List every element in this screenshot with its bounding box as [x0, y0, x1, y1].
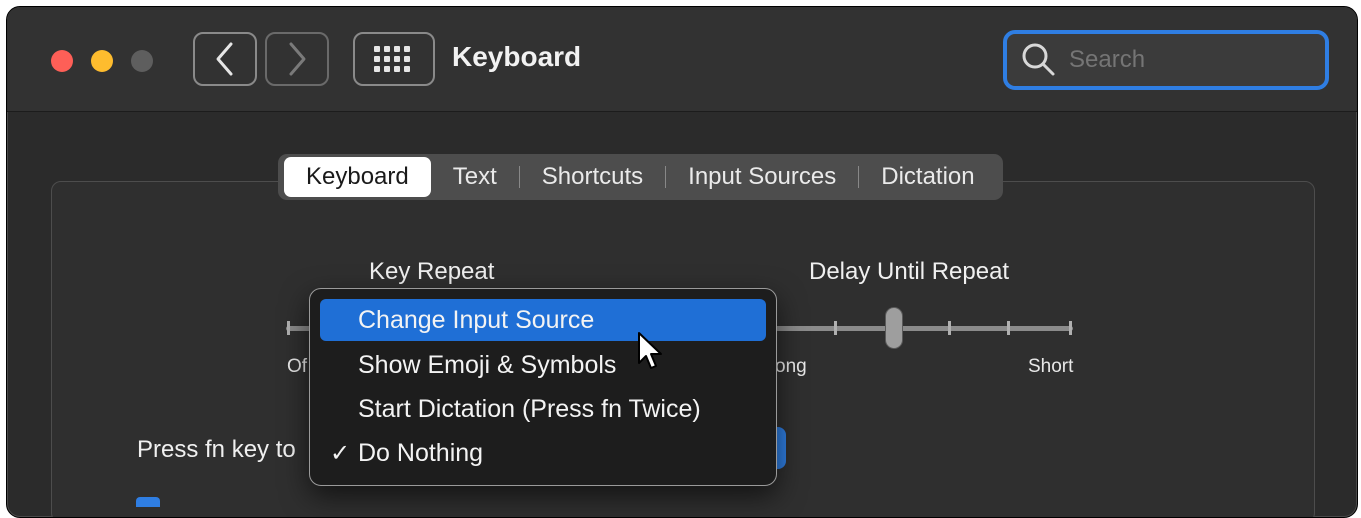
delay-until-repeat-label: Delay Until Repeat: [809, 258, 1010, 285]
slider-tick: [1007, 321, 1010, 335]
delay-min-label: ong: [775, 356, 807, 377]
back-button[interactable]: [193, 32, 257, 86]
menu-item-label: Start Dictation (Press fn Twice): [358, 394, 701, 423]
checkmark-icon: ✓: [330, 439, 351, 467]
show-all-button[interactable]: [353, 32, 435, 86]
zoom-window-button[interactable]: [131, 50, 153, 72]
slider-tick: [948, 321, 951, 335]
menu-item-label: Show Emoji & Symbols: [358, 350, 617, 379]
minimize-window-button[interactable]: [91, 50, 113, 72]
menu-item-show-emoji-symbols[interactable]: Show Emoji & Symbols: [320, 344, 766, 386]
tab-bar: Keyboard Text Shortcuts Input Sources Di…: [278, 154, 1003, 200]
search-field[interactable]: [1003, 30, 1329, 90]
checkbox[interactable]: [136, 497, 160, 507]
key-repeat-min-label: Of: [287, 356, 308, 377]
tab-keyboard[interactable]: Keyboard: [284, 157, 431, 197]
menu-item-label: Change Input Source: [358, 305, 595, 334]
window-title: Keyboard: [452, 41, 582, 72]
fn-key-label: Press fn key to: [137, 436, 296, 463]
fn-key-menu: Change Input Source Show Emoji & Symbols…: [309, 288, 777, 486]
tab-input-sources[interactable]: Input Sources: [666, 157, 858, 197]
menu-item-label: Do Nothing: [358, 438, 484, 467]
slider-tick: [1069, 321, 1072, 335]
grid-icon: [374, 46, 410, 72]
delay-slider-track[interactable]: [775, 326, 1073, 331]
menu-item-do-nothing[interactable]: ✓ Do Nothing: [320, 432, 766, 474]
tab-shortcuts[interactable]: Shortcuts: [520, 157, 665, 197]
delay-max-label: Short: [1028, 356, 1074, 377]
search-input[interactable]: [1067, 45, 1311, 75]
menu-item-start-dictation[interactable]: Start Dictation (Press fn Twice): [320, 388, 766, 430]
chevron-right-icon: [289, 42, 306, 76]
title-bar: Keyboard: [7, 7, 1357, 112]
close-window-button[interactable]: [51, 50, 73, 72]
slider-tick: [834, 321, 837, 335]
menu-item-change-input-source[interactable]: Change Input Source: [320, 299, 766, 341]
chevron-left-icon: [216, 42, 233, 76]
key-repeat-label: Key Repeat: [369, 258, 495, 285]
delay-slider-thumb[interactable]: [885, 307, 903, 349]
tab-dictation[interactable]: Dictation: [859, 157, 996, 197]
search-icon: [1022, 43, 1055, 76]
forward-button[interactable]: [265, 32, 329, 86]
tab-text[interactable]: Text: [431, 157, 519, 197]
mouse-cursor-icon: [638, 332, 662, 369]
slider-tick: [287, 321, 290, 335]
